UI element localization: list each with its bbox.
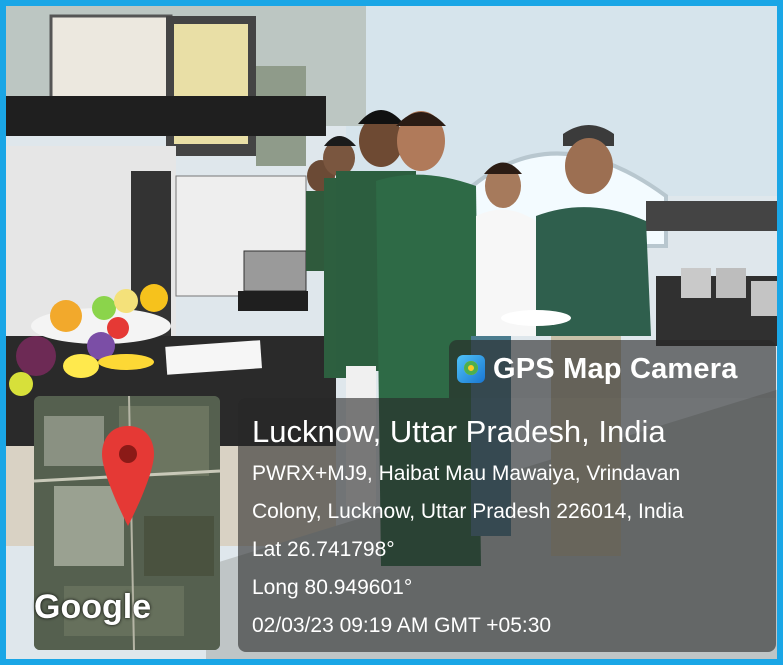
location-title: Lucknow, Uttar Pradesh, India <box>252 414 666 449</box>
gps-info-panel: Lucknow, Uttar Pradesh, India PWRX+MJ9, … <box>238 398 776 652</box>
longitude: Long 80.949601° <box>252 576 413 599</box>
address-line-1: PWRX+MJ9, Haibat Mau Mawaiya, Vrindavan <box>252 462 681 485</box>
google-logo: Google <box>34 588 152 626</box>
map-pin-icon <box>102 426 154 526</box>
photo-frame: Google GPS Map Camera Lucknow, Uttar Pra… <box>0 0 783 665</box>
datetime: 02/03/23 09:19 AM GMT +05:30 <box>252 614 552 637</box>
address-line-2: Colony, Lucknow, Uttar Pradesh 226014, I… <box>252 500 684 523</box>
gps-title-bar: GPS Map Camera <box>449 340 776 398</box>
app-name: GPS Map Camera <box>493 352 738 385</box>
latitude: Lat 26.741798° <box>252 538 395 561</box>
gps-camera-icon <box>457 355 485 383</box>
